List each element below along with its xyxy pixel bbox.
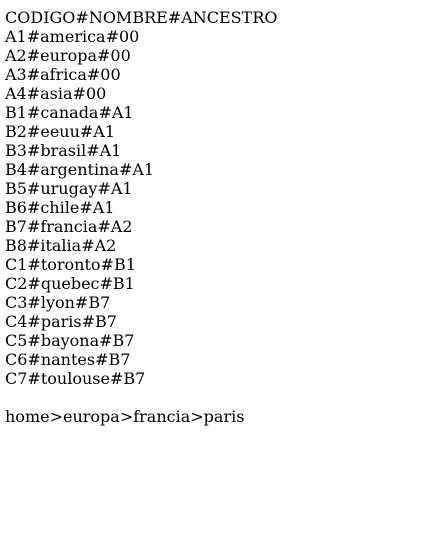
record-row: B6#chile#A1 bbox=[5, 198, 115, 217]
record-row: A2#europa#00 bbox=[5, 46, 131, 65]
record-row: A4#asia#00 bbox=[5, 84, 107, 103]
record-row: A1#america#00 bbox=[5, 27, 140, 46]
path-breadcrumb: home>europa>francia>paris bbox=[5, 407, 245, 426]
record-row: B2#eeuu#A1 bbox=[5, 122, 116, 141]
record-row: B5#urugay#A1 bbox=[5, 179, 133, 198]
record-row: B1#canada#A1 bbox=[5, 103, 134, 122]
record-row: C4#paris#B7 bbox=[5, 312, 117, 331]
record-list: A1#america#00 A2#europa#00 A3#africa#00 A4#… bbox=[5, 27, 432, 388]
record-row: C1#toronto#B1 bbox=[5, 255, 136, 274]
record-row: C7#toulouse#B7 bbox=[5, 369, 146, 388]
record-row: B7#francia#A2 bbox=[5, 217, 133, 236]
record-row: B3#brasil#A1 bbox=[5, 141, 122, 160]
record-row: C2#quebec#B1 bbox=[5, 274, 135, 293]
record-row: B8#italia#A2 bbox=[5, 236, 117, 255]
record-row: C6#nantes#B7 bbox=[5, 350, 131, 369]
record-row: C5#bayona#B7 bbox=[5, 331, 135, 350]
record-row: B4#argentina#A1 bbox=[5, 160, 155, 179]
record-row: C3#lyon#B7 bbox=[5, 293, 111, 312]
page-content: CODIGO#NOMBRE#ANCESTRO A1#america#00 A2#e… bbox=[0, 0, 437, 434]
record-row: A3#africa#00 bbox=[5, 65, 121, 84]
header-line: CODIGO#NOMBRE#ANCESTRO bbox=[5, 8, 278, 27]
